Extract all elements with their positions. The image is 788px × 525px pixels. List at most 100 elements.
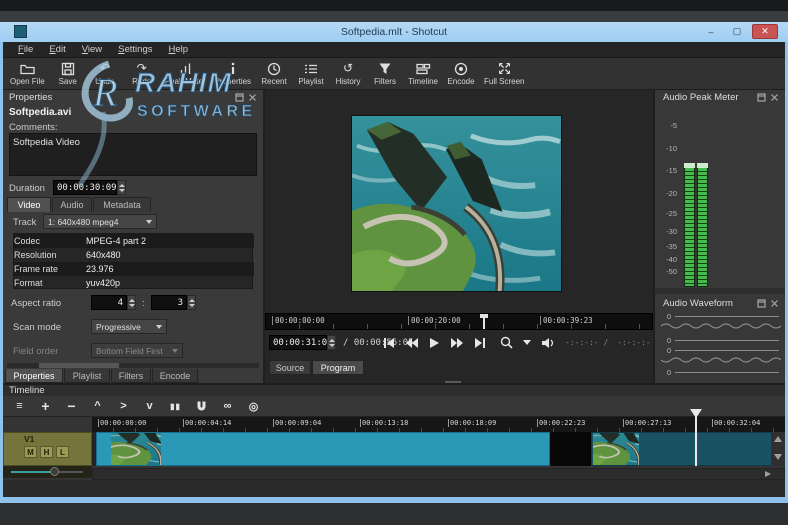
duration-input[interactable]: 00:00:30:09 (53, 180, 117, 195)
panel-window-icons (757, 93, 779, 102)
table-row: Resolution640x480 (14, 248, 254, 262)
player-playhead[interactable] (483, 314, 485, 329)
redo-arrow-icon: ↷ (137, 61, 147, 76)
open-next-button[interactable]: > (115, 398, 132, 415)
aspect-height-input[interactable]: 3 (151, 295, 187, 310)
volume-speaker-button[interactable] (541, 337, 554, 349)
peak-meter-button[interactable]: Peak Meter (162, 59, 209, 89)
tab-program[interactable]: Program (312, 360, 364, 375)
dock-tab-encode[interactable]: Encode (152, 369, 198, 383)
timeline-settings-button[interactable]: ◎ (245, 398, 262, 415)
video-track-header[interactable]: V1 M H L (3, 432, 92, 466)
timeline-vscrollbar[interactable] (771, 432, 785, 466)
scrollbar-thumb[interactable] (39, 363, 119, 368)
encode-button[interactable]: Encode (444, 59, 478, 89)
timeline-ruler[interactable]: 00:00:00:00 00:00:04:14 00:00:09:04 00:0… (92, 417, 785, 432)
menu-edit[interactable]: Edit (42, 43, 72, 56)
timeline-menu-button[interactable]: ≡ (11, 398, 28, 415)
duration-spinner[interactable] (117, 180, 126, 195)
skip-to-start-button[interactable] (383, 337, 395, 349)
fast-forward-button[interactable] (450, 337, 464, 349)
zoom-dropdown-arrow[interactable] (523, 340, 531, 346)
player-seek-ruler[interactable]: 00:00:00:00 00:00:20:00 00:00:39:23 (265, 313, 653, 330)
close-panel-icon[interactable] (248, 93, 257, 102)
timeline-button[interactable]: Timeline (405, 59, 441, 89)
dock-tab-filters[interactable]: Filters (111, 369, 151, 383)
timeline-hscrollbar[interactable] (92, 468, 785, 480)
timeline-clip-1[interactable] (96, 432, 550, 466)
scroll-up-arrow[interactable] (774, 436, 782, 442)
properties-panel-title: Properties (9, 92, 52, 103)
recent-button[interactable]: Recent (257, 59, 291, 89)
scan-mode-combobox[interactable]: Progressive (91, 319, 167, 334)
timeline-title: Timeline (9, 385, 45, 396)
comments-textarea[interactable]: Softpedia Video (9, 133, 257, 176)
menu-file[interactable]: File (11, 43, 40, 56)
minimize-button[interactable]: – (700, 24, 722, 39)
menu-view[interactable]: View (75, 43, 109, 56)
menu-help[interactable]: Help (162, 43, 196, 56)
dock-tab-properties[interactable]: Properties (5, 369, 63, 383)
title-bar[interactable]: Softpedia.mlt - Shotcut – ▢ ✕ (0, 22, 788, 42)
timeline-playhead[interactable] (695, 417, 697, 466)
zoom-magnifier-button[interactable] (500, 336, 513, 349)
float-panel-icon[interactable] (235, 93, 244, 102)
float-panel-icon[interactable] (757, 93, 766, 102)
undo-button[interactable]: ↶ Undo (88, 59, 122, 89)
current-time-spinner[interactable] (327, 335, 336, 350)
current-time-input[interactable]: 00:00:31:08 (269, 335, 327, 350)
overwrite-button[interactable]: v (141, 398, 158, 415)
snap-magnet-button[interactable] (193, 398, 210, 415)
playlist-button[interactable]: Playlist (294, 59, 328, 89)
dock-tab-playlist[interactable]: Playlist (64, 369, 110, 383)
tab-source[interactable]: Source (269, 360, 311, 375)
panel-splitter[interactable] (655, 288, 785, 294)
aspect-width-spinner[interactable] (127, 295, 136, 310)
track-lock-button[interactable]: L (56, 446, 69, 458)
tab-metadata[interactable]: Metadata (93, 197, 151, 212)
scroll-right-arrow[interactable] (765, 471, 771, 477)
maximize-button[interactable]: ▢ (726, 24, 748, 39)
player-panel: 00:00:00:00 00:00:20:00 00:00:39:23 00:0… (265, 90, 653, 383)
track-label: Track (13, 217, 36, 228)
filters-button[interactable]: Filters (368, 59, 402, 89)
skip-to-end-button[interactable] (474, 337, 486, 349)
close-panel-icon[interactable] (770, 299, 779, 308)
float-panel-icon[interactable] (757, 299, 766, 308)
aspect-width-input[interactable]: 4 (91, 295, 127, 310)
properties-hscrollbar[interactable] (7, 363, 259, 368)
ripple-delete-button[interactable]: − (63, 398, 80, 415)
db-scale-label: -20 (655, 189, 677, 198)
track-combobox[interactable]: 1: 640x480 mpeg4 (43, 214, 157, 229)
lift-button[interactable]: ^ (89, 398, 106, 415)
close-button[interactable]: ✕ (752, 24, 778, 39)
save-button[interactable]: Save (51, 59, 85, 89)
track-name: V1 (24, 434, 34, 444)
timeline-clip-gap[interactable] (550, 432, 591, 466)
scroll-down-arrow[interactable] (774, 454, 782, 460)
track-hide-button[interactable]: H (40, 446, 53, 458)
aspect-height-spinner[interactable] (187, 295, 196, 310)
full-screen-button[interactable]: Full Screen (481, 59, 527, 89)
menu-settings[interactable]: Settings (111, 43, 159, 56)
clock-icon (267, 61, 281, 76)
properties-button[interactable]: Properties (212, 59, 254, 89)
track-mute-button[interactable]: M (24, 446, 37, 458)
scrub-link-button[interactable]: ∞ (219, 398, 236, 415)
append-button[interactable]: + (37, 398, 54, 415)
desktop-strip (0, 11, 788, 22)
split-button[interactable]: ▮▮ (167, 398, 184, 415)
redo-button[interactable]: ↷ Redo (125, 59, 159, 89)
close-panel-icon[interactable] (770, 93, 779, 102)
timeline-timecode: 00:00:32:04 (712, 419, 760, 427)
chevron-down-icon (146, 220, 152, 224)
tab-video[interactable]: Video (7, 197, 51, 212)
timeline-clip-2[interactable] (591, 432, 785, 466)
tab-audio[interactable]: Audio (52, 197, 92, 212)
rewind-button[interactable] (405, 337, 419, 349)
history-button[interactable]: ↺ History (331, 59, 365, 89)
open-file-button[interactable]: Open File (7, 59, 48, 89)
slider-knob[interactable] (50, 467, 59, 476)
track-blend-slider[interactable] (3, 466, 92, 478)
play-button[interactable] (429, 337, 440, 349)
